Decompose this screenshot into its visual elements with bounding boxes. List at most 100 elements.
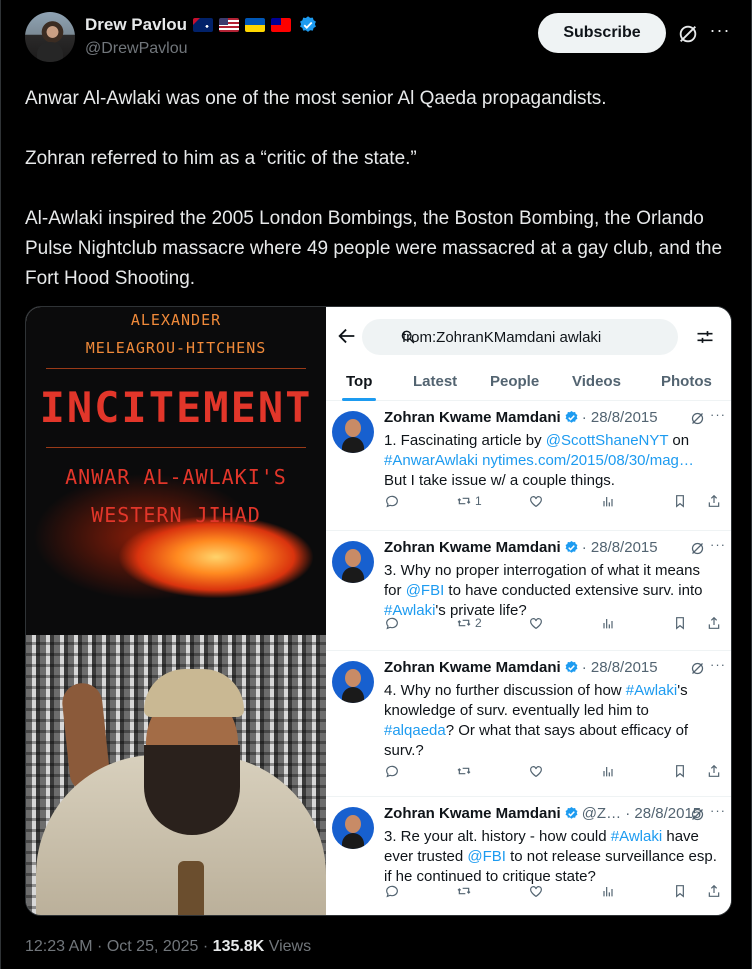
share-action: [706, 615, 722, 631]
retweet-action: [456, 883, 475, 899]
result-text: 1. Fascinating article by @ScottShaneNYT…: [384, 431, 724, 491]
like-icon: [530, 496, 542, 508]
search-result-tweet: Zohran Kwame Mamdani · 28/8/2015 ··· 3. Why…: [326, 531, 731, 651]
author-avatar[interactable]: [25, 12, 75, 62]
result-link: @FBI: [467, 848, 506, 865]
result-author-name: Zohran Kwame Mamdani: [384, 539, 561, 556]
result-link: #Awlaki: [625, 682, 678, 699]
book-cover: ALEXANDER MELEAGROU-HITCHENS INCITEMENT …: [26, 307, 326, 635]
result-link: @ScottShaneNYT: [545, 432, 669, 449]
share-icon: [708, 884, 720, 897]
share-icon: [708, 616, 720, 629]
result-text: 4. Why no further discussion of how #Awl…: [384, 681, 724, 761]
retweet-action: 1: [456, 493, 482, 509]
reply-icon: [386, 885, 398, 898]
result-avatar: [332, 411, 374, 453]
search-icon: [401, 330, 415, 344]
retweet-icon: [457, 887, 471, 895]
result-author-name: Zohran Kwame Mamdani: [384, 409, 561, 426]
portrait-photo: [26, 635, 326, 915]
result-link: #Awlaki: [610, 828, 663, 845]
book-subtitle-line1: ANWAR AL-AWLAKI'S: [65, 465, 287, 489]
more-options-icon: ···: [710, 407, 726, 422]
result-text: 3. Why no proper interrogation of what i…: [384, 561, 724, 621]
post-time[interactable]: 12:23 AM: [25, 938, 93, 955]
post-date[interactable]: Oct 25, 2025: [107, 938, 199, 955]
verified-badge-icon: [565, 660, 578, 673]
grok-icon: [691, 542, 704, 555]
result-link: @FBI: [405, 582, 445, 599]
verified-badge-icon: [565, 540, 578, 553]
tab-top: Top: [346, 373, 373, 390]
filter-icon: [697, 331, 713, 343]
retweet-action: 2: [456, 615, 482, 631]
post-image[interactable]: ALEXANDER MELEAGROU-HITCHENS INCITEMENT …: [25, 306, 732, 916]
verified-badge-icon: [565, 410, 578, 423]
views-action: [600, 883, 616, 899]
like-icon: [530, 618, 542, 630]
grok-icon[interactable]: [677, 23, 699, 45]
result-text-segment: But I take issue w/ a couple things.: [384, 472, 615, 489]
result-meta: · 28/8/2015: [581, 659, 658, 676]
result-text-segment: 4. Why no further discussion of how: [384, 682, 626, 699]
search-result-tweet: Zohran Kwame Mamdani · 28/8/2015 ··· 4. Why…: [326, 651, 731, 797]
like-action: [528, 883, 544, 899]
author-handle[interactable]: @DrewPavlou: [85, 40, 188, 58]
like-action: [528, 615, 544, 631]
views-icon: [603, 619, 613, 629]
share-icon: [708, 494, 720, 507]
views-action: [600, 615, 616, 631]
reply-action: [384, 615, 400, 631]
retweet-icon: [457, 497, 471, 505]
verified-badge-icon: [565, 806, 578, 819]
australia-flag-icon: [193, 18, 214, 32]
result-actions: [384, 883, 724, 901]
usa-flag-icon: [219, 18, 240, 32]
book-author-first: ALEXANDER: [130, 311, 222, 329]
more-options-icon[interactable]: ···: [709, 21, 731, 45]
reply-action: [384, 493, 400, 509]
views-action: [600, 493, 616, 509]
result-link: #AnwarAwlaki nytimes.com/2015/08/30/mag…: [384, 452, 694, 469]
result-header: Zohran Kwame Mamdani · 28/8/2015: [384, 539, 658, 556]
author-name-row: Drew Pavlou: [85, 15, 318, 35]
result-link: #alqaeda: [384, 722, 446, 739]
result-text: 3. Re your alt. history - how could #Awl…: [384, 827, 724, 887]
like-action: [528, 763, 544, 779]
search-result-tweet: Zohran Kwame Mamdani · 28/8/2015 ··· 1. Fas…: [326, 401, 731, 531]
post-text: Anwar Al-Awlaki was one of the most seni…: [25, 88, 723, 289]
author-name[interactable]: Drew Pavlou: [85, 15, 187, 35]
bookmark-icon: [676, 617, 684, 630]
result-actions: 1: [384, 493, 724, 511]
subscribe-button[interactable]: Subscribe: [538, 13, 666, 53]
views-count: 135.8K: [212, 938, 265, 955]
tab-videos: Videos: [572, 373, 621, 390]
like-action: [528, 493, 544, 509]
result-actions: 2: [384, 615, 724, 633]
result-text-segment: 1. Fascinating article by: [384, 432, 546, 449]
grok-icon: [691, 412, 704, 425]
bookmark-action: [672, 615, 688, 631]
reply-icon: [386, 765, 398, 778]
result-header: Zohran Kwame Mamdani · 28/8/2015: [384, 659, 658, 676]
result-meta: @Z… · 28/8/2015: [581, 805, 702, 822]
result-text-segment: on: [672, 432, 690, 449]
grok-icon: [691, 808, 704, 821]
back-arrow-icon: [338, 328, 355, 344]
post-footer: 12:23 AM · Oct 25, 2025 · 135.8K Views: [25, 938, 312, 955]
views-icon: [603, 767, 613, 777]
search-result-tweet: Zohran Kwame Mamdani @Z… · 28/8/2015 ··· 3.…: [326, 797, 731, 915]
bookmark-icon: [676, 495, 684, 508]
result-avatar: [332, 807, 374, 849]
post-header: Drew Pavlou @DrewPavlou Subscribe ···: [25, 12, 729, 64]
book-title: INCITEMENT: [39, 383, 313, 432]
retweet-action: [456, 763, 475, 779]
more-options-icon: ···: [710, 537, 726, 552]
bookmark-action: [672, 883, 688, 899]
result-header: Zohran Kwame Mamdani @Z… · 28/8/2015: [384, 805, 701, 822]
tab-photos: Photos: [661, 373, 712, 390]
verified-badge-icon: [300, 16, 316, 32]
bookmark-action: [672, 763, 688, 779]
result-text-segment: 3. Re your alt. history - how could: [384, 828, 611, 845]
tab-people: People: [490, 373, 540, 390]
